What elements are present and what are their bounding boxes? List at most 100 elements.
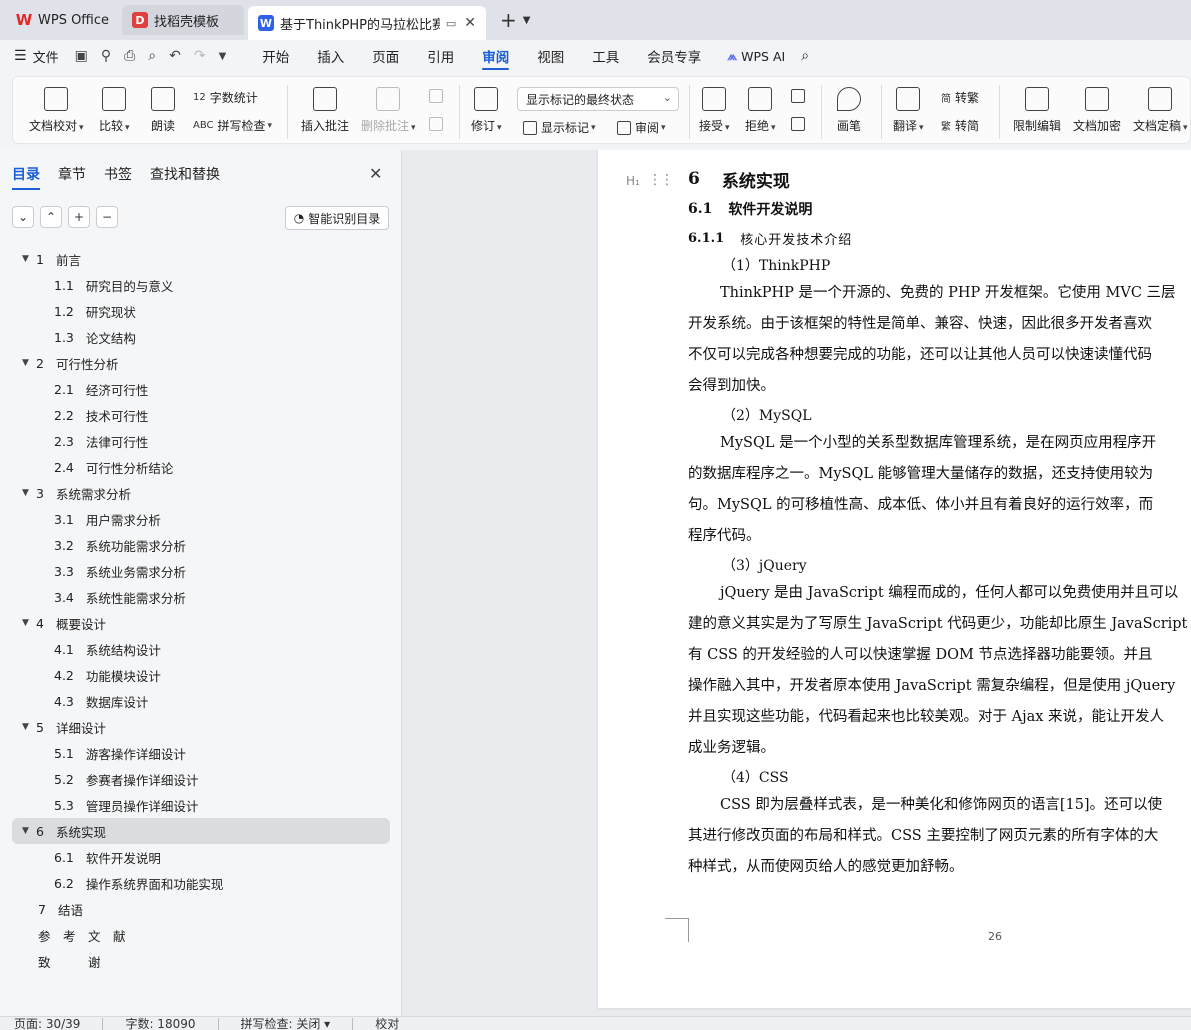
to-traditional-button[interactable]: 简 转繁 bbox=[941, 89, 979, 106]
print-icon[interactable]: ⎙ bbox=[124, 48, 135, 64]
chevron-down-icon[interactable]: ▼ bbox=[219, 51, 227, 62]
encrypt-button[interactable]: 文档加密 bbox=[1073, 77, 1121, 134]
word-count-button[interactable]: 12 字数统计 bbox=[193, 89, 258, 106]
toc-item[interactable]: 1.2 研究现状 bbox=[12, 298, 390, 324]
toc-item[interactable]: ▼ 5 详细设计 bbox=[12, 714, 390, 740]
reject-button[interactable]: 拒绝 ▾ bbox=[745, 77, 776, 134]
heading-level-icon[interactable]: H₁ bbox=[626, 174, 640, 188]
search-icon[interactable]: ⌕ bbox=[801, 48, 809, 64]
toc-item[interactable]: 3.2 系统功能需求分析 bbox=[12, 532, 390, 558]
next-comment-button[interactable] bbox=[429, 117, 447, 131]
prev-change-button[interactable] bbox=[791, 89, 809, 103]
print-preview-icon[interactable]: ⌕ bbox=[148, 48, 156, 64]
chevron-up-icon[interactable]: ⌃ bbox=[40, 206, 62, 228]
word-count-indicator[interactable]: 字数: 18090 bbox=[125, 1017, 195, 1030]
toc-item[interactable]: 5.1 游客操作详细设计 bbox=[12, 740, 390, 766]
menu-insert[interactable]: 插入 bbox=[303, 40, 358, 72]
track-changes-button[interactable]: 修订 ▾ bbox=[471, 77, 502, 134]
restrict-edit-button[interactable]: 限制编辑 bbox=[1013, 77, 1061, 134]
expand-triangle-icon[interactable]: ▼ bbox=[22, 488, 36, 498]
toc-item[interactable]: 7 结语 bbox=[12, 896, 390, 922]
to-simplified-button[interactable]: 繁 转简 bbox=[941, 117, 979, 134]
plus-icon[interactable]: + bbox=[68, 206, 90, 228]
expand-triangle-icon[interactable]: ▼ bbox=[22, 618, 36, 628]
toc-item[interactable]: ▼ 6 系统实现 bbox=[12, 818, 390, 844]
toc-item[interactable]: 4.2 功能模块设计 bbox=[12, 662, 390, 688]
toc-item[interactable]: ▼ 4 概要设计 bbox=[12, 610, 390, 636]
expand-triangle-icon[interactable]: ▼ bbox=[22, 254, 36, 264]
expand-triangle-icon[interactable]: ▼ bbox=[22, 826, 36, 836]
page-indicator[interactable]: 页面: 30/39 bbox=[14, 1017, 80, 1030]
wps-ai-button[interactable]: ⩕ WPS AI bbox=[727, 48, 785, 64]
toc-item[interactable]: 3.4 系统性能需求分析 bbox=[12, 584, 390, 610]
toc-item[interactable]: 2.2 技术可行性 bbox=[12, 402, 390, 428]
redo-icon[interactable]: ↷ bbox=[194, 48, 206, 64]
file-menu[interactable]: 文件 bbox=[33, 47, 59, 66]
doc-check-button[interactable]: 文档校对 ▾ bbox=[29, 77, 84, 134]
toc-item[interactable]: 2.4 可行性分析结论 bbox=[12, 454, 390, 480]
toc-item[interactable]: 5.2 参赛者操作详细设计 bbox=[12, 766, 390, 792]
toc-item[interactable]: 2.1 经济可行性 bbox=[12, 376, 390, 402]
finalize-button[interactable]: 文档定稿 ▾ bbox=[1133, 77, 1188, 134]
accept-button[interactable]: 接受 ▾ bbox=[699, 77, 730, 134]
review-pane-button[interactable]: 审阅 ▾ bbox=[617, 119, 666, 136]
tab-current-document[interactable]: W 基于ThinkPHP的马拉松比赛报 ▭ ✕ bbox=[248, 6, 486, 40]
menu-view[interactable]: 视图 bbox=[523, 40, 578, 72]
toc-item[interactable]: 参 考 文 献 bbox=[12, 922, 390, 948]
toc-item[interactable]: 6.2 操作系统界面和功能实现 bbox=[12, 870, 390, 896]
compare-button[interactable]: 比较 ▾ bbox=[99, 77, 130, 134]
show-markup-button[interactable]: 显示标记 ▾ bbox=[523, 119, 596, 136]
expand-triangle-icon[interactable]: ▼ bbox=[22, 358, 36, 368]
chevron-down-icon[interactable]: ▼ bbox=[523, 15, 531, 26]
menu-page[interactable]: 页面 bbox=[358, 40, 413, 72]
tab-toc[interactable]: 目录 bbox=[12, 164, 40, 190]
toc-item[interactable]: 1.1 研究目的与意义 bbox=[12, 272, 390, 298]
monitor-icon[interactable]: ▭ bbox=[446, 17, 456, 30]
markup-state-select[interactable]: 显示标记的最终状态 ⌄ bbox=[517, 87, 679, 111]
toc-item[interactable]: ▼ 2 可行性分析 bbox=[12, 350, 390, 376]
expand-triangle-icon[interactable]: ▼ bbox=[22, 722, 36, 732]
tab-bookmarks[interactable]: 书签 bbox=[104, 164, 132, 184]
ink-button[interactable]: 画笔 bbox=[837, 77, 861, 134]
insert-comment-button[interactable]: 插入批注 bbox=[301, 77, 349, 134]
menu-tools[interactable]: 工具 bbox=[578, 40, 633, 72]
menu-home[interactable]: 开始 bbox=[248, 40, 303, 72]
tab-docer-templates[interactable]: D 找稻壳模板 bbox=[122, 5, 244, 35]
toc-item[interactable]: 致 谢 bbox=[12, 948, 390, 974]
smart-toc-button[interactable]: ◔ 智能识别目录 bbox=[285, 206, 389, 230]
next-change-button[interactable] bbox=[791, 117, 809, 131]
toc-item[interactable]: 4.3 数据库设计 bbox=[12, 688, 390, 714]
toc-item[interactable]: ▼ 1 前言 bbox=[12, 246, 390, 272]
save-icon[interactable]: ▣ bbox=[75, 48, 88, 64]
toc-item[interactable]: 3.1 用户需求分析 bbox=[12, 506, 390, 532]
undo-icon[interactable]: ↶ bbox=[169, 48, 181, 64]
tab-find-replace[interactable]: 查找和替换 bbox=[150, 164, 220, 184]
read-aloud-button[interactable]: 朗读 bbox=[151, 77, 175, 134]
prev-comment-button[interactable] bbox=[429, 89, 447, 103]
translate-button[interactable]: 翻译 ▾ bbox=[893, 77, 924, 134]
tab-sections[interactable]: 章节 bbox=[58, 164, 86, 184]
share-icon[interactable]: ⚲ bbox=[101, 48, 111, 64]
toc-item[interactable]: 4.1 系统结构设计 bbox=[12, 636, 390, 662]
close-icon[interactable]: ✕ bbox=[369, 164, 382, 183]
toc-item[interactable]: 6.1 软件开发说明 bbox=[12, 844, 390, 870]
document-content[interactable]: 6 系统实现 6.1 软件开发说明 6.1.1 核心开发技术介绍 （1）Thin… bbox=[688, 164, 1191, 883]
menu-references[interactable]: 引用 bbox=[413, 40, 468, 72]
new-tab-icon[interactable]: + bbox=[500, 8, 517, 32]
spell-check-indicator[interactable]: 拼写检查: 关闭 ▾ bbox=[241, 1017, 331, 1030]
toc-item[interactable]: 5.3 管理员操作详细设计 bbox=[12, 792, 390, 818]
toc-item[interactable]: ▼ 3 系统需求分析 bbox=[12, 480, 390, 506]
toc-item[interactable]: 3.3 系统业务需求分析 bbox=[12, 558, 390, 584]
drag-handle-icon[interactable]: ⋮⋮ bbox=[648, 172, 674, 188]
toc-item[interactable]: 2.3 法律可行性 bbox=[12, 428, 390, 454]
chevron-down-icon[interactable]: ⌄ bbox=[12, 206, 34, 228]
proofread-indicator[interactable]: 校对 bbox=[375, 1017, 399, 1030]
tab-wps-office[interactable]: W WPS Office bbox=[6, 5, 118, 35]
spell-check-button[interactable]: ABC 拼写检查 ▾ bbox=[193, 117, 272, 134]
hamburger-icon[interactable]: ☰ bbox=[14, 48, 27, 64]
toc-item[interactable]: 1.3 论文结构 bbox=[12, 324, 390, 350]
minus-icon[interactable]: − bbox=[96, 206, 118, 228]
menu-member[interactable]: 会员专享 bbox=[633, 40, 715, 72]
close-icon[interactable]: ✕ bbox=[464, 15, 476, 31]
menu-review[interactable]: 审阅 bbox=[468, 40, 523, 72]
